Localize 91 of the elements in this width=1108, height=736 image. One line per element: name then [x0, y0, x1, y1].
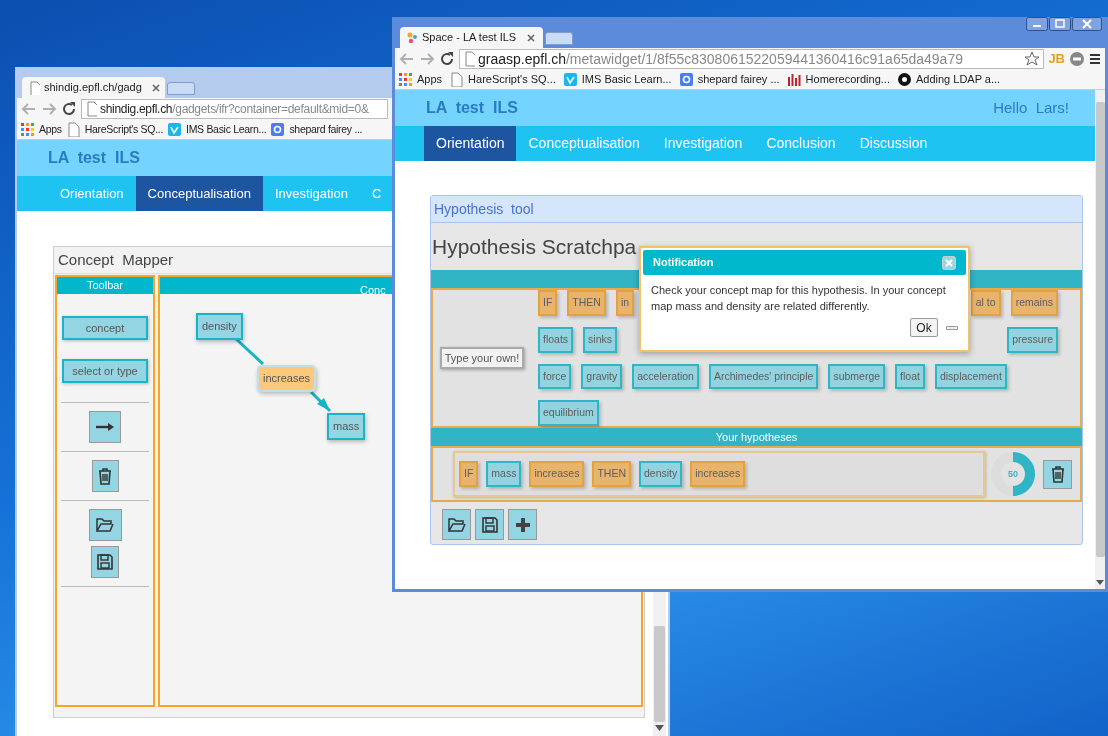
greeting-text: Hello Lars! — [993, 97, 1069, 118]
add-button[interactable] — [508, 509, 537, 540]
reload-icon[interactable] — [439, 51, 455, 67]
tool-button[interactable]: select or type — [62, 359, 148, 383]
site-title: LA test ILS — [48, 148, 140, 168]
bookmark[interactable]: IMS Basic Learn... — [562, 71, 672, 88]
ok-button[interactable]: Ok — [910, 318, 938, 337]
minimize-button[interactable] — [946, 325, 958, 330]
save-button[interactable] — [91, 546, 119, 578]
bookmark[interactable]: Apps — [398, 71, 443, 88]
word-chip[interactable]: density — [639, 461, 683, 487]
word-chip[interactable]: acceleration — [632, 363, 699, 390]
section-title: Your hypotheses — [431, 428, 1082, 446]
dialog-title: Notification — [653, 255, 714, 271]
menu-icon[interactable] — [1089, 53, 1101, 65]
bookmark[interactable]: Homerecording... — [786, 71, 890, 88]
scrollbar-thumb[interactable] — [1096, 102, 1105, 557]
bookmark[interactable]: Apps — [20, 121, 62, 138]
star-icon[interactable] — [1024, 51, 1041, 67]
score-text: 50 — [1007, 468, 1019, 480]
url-text: shindig.epfl.ch/gadgets/ifr?container=default&mid=0& — [100, 101, 369, 118]
word-chip[interactable]: submerge — [828, 363, 886, 390]
browser-tab[interactable]: shindig.epfl.ch/gadg — [22, 77, 165, 98]
word-chip[interactable]: increases — [529, 461, 585, 487]
word-chip[interactable]: float — [895, 363, 925, 390]
word-chip[interactable]: pressure — [1007, 326, 1058, 353]
toolbar-title: Toolbar — [57, 277, 153, 294]
word-chip[interactable]: IF — [538, 290, 558, 316]
site-title: LA test ILS — [426, 98, 518, 118]
word-chip[interactable]: force — [538, 363, 572, 390]
delete-button[interactable] — [1043, 459, 1072, 489]
word-chip[interactable]: remains — [1010, 290, 1058, 316]
word-chip[interactable]: Archimedes' principle — [708, 363, 819, 390]
tab-title: Space - LA test ILS — [422, 30, 517, 46]
word-chip[interactable]: displacement — [934, 363, 1007, 390]
close-icon[interactable] — [149, 81, 162, 94]
word-chip[interactable]: gravity — [581, 363, 623, 390]
grid-icon — [398, 72, 413, 87]
type-your-own-button[interactable]: Type your own! — [440, 347, 524, 369]
canvas-title: Conc — [360, 284, 386, 296]
folder-icon — [95, 515, 115, 535]
delete-button[interactable] — [91, 460, 119, 492]
close-icon[interactable] — [1072, 17, 1102, 31]
concept-node[interactable]: density — [196, 313, 243, 340]
reload-icon[interactable] — [61, 101, 77, 117]
word-chip[interactable]: equilibrium — [538, 400, 599, 426]
bookmark[interactable]: shepard fairey ... — [678, 71, 780, 88]
open-button[interactable] — [442, 509, 471, 540]
word-chip[interactable]: mass — [486, 461, 522, 487]
nav-tab[interactable]: Conceptualisation — [135, 176, 263, 211]
address-bar[interactable]: shindig.epfl.ch/gadgets/ifr?container=default&mid=0& — [81, 99, 388, 119]
tool-button[interactable]: concept — [62, 316, 148, 340]
word-chip[interactable]: increases — [690, 461, 746, 487]
dialog-message: Check your concept map for this hypothesis. In your concept map mass and density are related differently. — [650, 283, 947, 314]
bookmark[interactable]: shepard fairey ... — [270, 121, 363, 138]
concept-node[interactable]: mass — [327, 413, 366, 440]
scrollbar[interactable] — [1095, 90, 1105, 589]
concept-node[interactable]: increases — [257, 365, 317, 392]
word-chip[interactable]: floats — [538, 326, 574, 353]
hypothesis-row[interactable]: IF mass increases THEN density increases — [453, 451, 985, 497]
word-chip[interactable]: THEN — [567, 290, 606, 316]
open-button[interactable] — [88, 509, 122, 541]
bookmark[interactable]: Adding LDAP a... — [896, 71, 1001, 88]
nav-tab[interactable]: Orientation — [424, 126, 517, 161]
address-bar[interactable]: graasp.epfl.ch/metawidget/1/8f55c8308061522059441360416c91a65da49a79 — [459, 49, 1045, 69]
bookmark[interactable]: IMS Basic Learn... — [167, 121, 267, 138]
word-chip[interactable]: THEN — [592, 461, 631, 487]
dots-logo-icon — [406, 30, 418, 45]
close-icon[interactable] — [525, 31, 537, 44]
save-button[interactable] — [475, 509, 504, 540]
page-icon — [28, 80, 40, 95]
minimize-icon[interactable] — [1026, 17, 1048, 31]
down-arrow-icon[interactable] — [1096, 580, 1104, 585]
down-arrow-icon[interactable] — [655, 725, 664, 731]
arrow-button[interactable] — [89, 411, 121, 443]
url-text: graasp.epfl.ch/metawidget/1/8f55c8308061522059441360416c91a65da49a79 — [478, 49, 963, 69]
grid-icon — [20, 122, 35, 137]
bookmark[interactable]: HareScript's SQ... — [449, 71, 556, 88]
page-icon — [85, 101, 97, 117]
bookmark[interactable]: HareScript's SQ... — [65, 121, 164, 138]
scrollbar-thumb[interactable] — [654, 626, 665, 722]
page-icon — [463, 51, 475, 67]
panel-title: Hypothesis tool — [431, 196, 1082, 223]
word-chip[interactable]: IF — [459, 461, 479, 487]
browser-tab[interactable]: Space - LA test ILS — [400, 27, 543, 48]
word-chip[interactable]: in — [615, 290, 635, 316]
word-chip[interactable]: sinks — [583, 326, 618, 353]
word-chip[interactable]: al to — [970, 290, 1001, 316]
tab-title: shindig.epfl.ch/gadg — [44, 80, 142, 96]
maximize-icon[interactable] — [1049, 17, 1071, 31]
bar-chart-icon — [786, 72, 802, 87]
